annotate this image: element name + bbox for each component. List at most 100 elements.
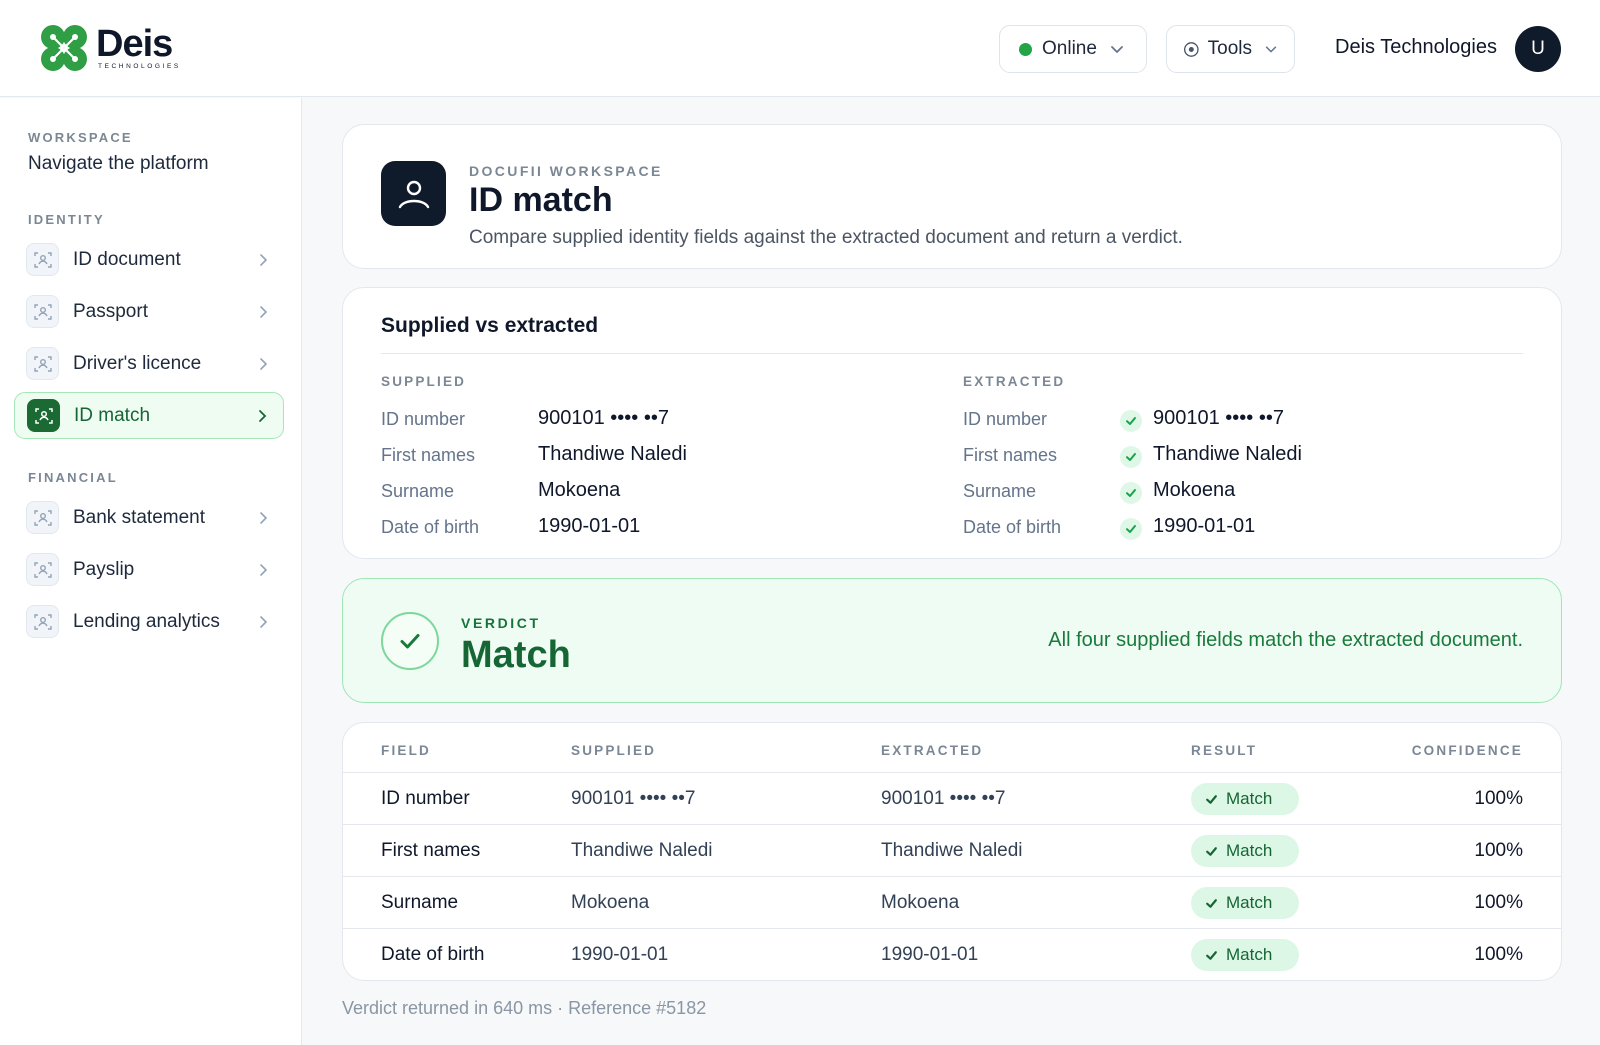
- verdict-value: Match: [461, 634, 571, 676]
- sidebar-subtitle: Navigate the platform: [28, 153, 209, 174]
- sidebar-item-label: Lending analytics: [73, 610, 220, 632]
- cell-supplied: 1990-01-01: [571, 944, 669, 965]
- supplied-label: Surname: [381, 481, 455, 501]
- page-title: ID match: [469, 181, 613, 219]
- id-scan-icon: [26, 605, 59, 638]
- avatar-initial: U: [1531, 38, 1545, 59]
- status-badge: Match: [1191, 783, 1299, 815]
- table-header-row: FIELD SUPPLIED EXTRACTED RESULT CONFIDEN…: [343, 723, 1561, 773]
- sidebar-item-payslip[interactable]: Payslip: [14, 546, 284, 593]
- page-header-card: DOCUFII WORKSPACE ID match Compare suppl…: [342, 124, 1562, 269]
- table-row[interactable]: Surname Mokoena Mokoena Match 100%: [343, 877, 1561, 929]
- target-icon: [1183, 41, 1199, 57]
- chevron-right-icon: [259, 409, 267, 422]
- chevron-right-icon: [260, 253, 268, 266]
- cell-supplied: Thandiwe Naledi: [571, 840, 713, 861]
- check-icon: [1120, 410, 1142, 432]
- sidebar: WORKSPACE Navigate the platform IDENTITY…: [0, 98, 302, 1045]
- sidebar-item-label: ID document: [73, 248, 181, 270]
- cell-confidence: 100%: [1474, 840, 1523, 861]
- status-dropdown[interactable]: Online: [999, 25, 1147, 73]
- supplied-value: 1990-01-01: [538, 515, 641, 537]
- id-scan-icon: [26, 553, 59, 586]
- column-header-extracted: EXTRACTED: [881, 743, 984, 758]
- status-badge: Match: [1191, 835, 1299, 867]
- results-table: FIELD SUPPLIED EXTRACTED RESULT CONFIDEN…: [342, 722, 1562, 981]
- cell-confidence: 100%: [1474, 892, 1523, 913]
- online-status-dot-icon: [1019, 42, 1032, 56]
- status-badge: Match: [1191, 887, 1299, 919]
- check-icon: [1206, 794, 1217, 804]
- top-bar: Deis TECHNOLOGIES Online Tools Deis Tech…: [0, 0, 1600, 97]
- verdict-kicker: VERDICT: [461, 615, 541, 631]
- extracted-value: Mokoena: [1153, 479, 1236, 501]
- column-header-result: RESULT: [1191, 743, 1258, 758]
- extracted-label: First names: [963, 445, 1058, 465]
- tools-dropdown[interactable]: Tools: [1166, 25, 1295, 73]
- brand-subtitle: TECHNOLOGIES: [98, 63, 181, 70]
- table-row[interactable]: ID number 900101 •••• ••7 900101 •••• ••…: [343, 773, 1561, 825]
- cell-field: Surname: [381, 892, 459, 913]
- extracted-label: Date of birth: [963, 517, 1062, 537]
- supplied-label: ID number: [381, 409, 466, 429]
- supplied-label: Date of birth: [381, 517, 480, 537]
- check-icon: [1120, 482, 1142, 504]
- table-row[interactable]: Date of birth 1990-01-01 1990-01-01 Matc…: [343, 929, 1561, 980]
- organization-name[interactable]: Deis Technologies: [1335, 36, 1497, 59]
- check-icon: [1206, 898, 1217, 908]
- sidebar-item-label: Passport: [73, 300, 148, 322]
- check-circle-icon: [381, 612, 439, 670]
- extracted-heading: EXTRACTED: [963, 374, 1066, 389]
- verdict-footnote: Verdict returned in 640 ms · Reference #…: [342, 998, 707, 1018]
- supplied-heading: SUPPLIED: [381, 374, 467, 389]
- supplied-value: Mokoena: [538, 479, 621, 501]
- sidebar-item-bank-statement[interactable]: Bank statement: [14, 494, 284, 541]
- chevron-right-icon: [260, 305, 268, 318]
- brand-logo[interactable]: Deis TECHNOLOGIES: [38, 22, 181, 74]
- cell-extracted: Thandiwe Naledi: [881, 840, 1023, 861]
- check-icon: [1206, 846, 1217, 856]
- extracted-label: ID number: [963, 409, 1048, 429]
- chevron-down-icon: [1111, 46, 1123, 53]
- chevron-down-icon: [1265, 46, 1277, 53]
- cell-field: ID number: [381, 788, 470, 809]
- user-avatar[interactable]: U: [1515, 26, 1561, 72]
- sidebar-item-passport[interactable]: Passport: [14, 288, 284, 335]
- chevron-right-icon: [260, 615, 268, 628]
- cell-confidence: 100%: [1474, 944, 1523, 965]
- chevron-right-icon: [260, 357, 268, 370]
- extracted-value: 1990-01-01: [1153, 515, 1256, 537]
- cell-field: Date of birth: [381, 944, 485, 965]
- brand-name: Deis: [96, 23, 173, 65]
- tools-label: Tools: [1207, 38, 1252, 59]
- id-scan-icon: [26, 295, 59, 328]
- cell-supplied: 900101 •••• ••7: [571, 788, 696, 809]
- supplied-value: 900101 •••• ••7: [538, 407, 669, 429]
- sidebar-kicker: WORKSPACE: [28, 130, 133, 145]
- check-icon: [1120, 446, 1142, 468]
- chevron-right-icon: [260, 563, 268, 576]
- cell-extracted: Mokoena: [881, 892, 960, 913]
- sidebar-item-lending-analytics[interactable]: Lending analytics: [14, 598, 284, 645]
- id-scan-icon: [27, 399, 60, 432]
- divider: [381, 353, 1523, 354]
- cell-supplied: Mokoena: [571, 892, 650, 913]
- cell-extracted: 900101 •••• ••7: [881, 788, 1006, 809]
- sidebar-item-id-document[interactable]: ID document: [14, 236, 284, 283]
- sidebar-group-financial: FINANCIAL: [28, 470, 118, 485]
- status-badge-label: Match: [1226, 945, 1273, 964]
- check-icon: [1206, 950, 1217, 960]
- supplied-vs-extracted-card: Supplied vs extracted SUPPLIED EXTRACTED…: [342, 287, 1562, 559]
- user-icon: [381, 161, 446, 226]
- status-badge: Match: [1191, 939, 1299, 971]
- table-row[interactable]: First names Thandiwe Naledi Thandiwe Nal…: [343, 825, 1561, 877]
- sidebar-item-label: Driver's licence: [73, 352, 202, 374]
- column-header-confidence: CONFIDENCE: [1411, 743, 1523, 758]
- page-description: Compare supplied identity fields against…: [469, 227, 1183, 248]
- status-label: Online: [1042, 38, 1097, 59]
- sidebar-item-drivers-licence[interactable]: Driver's licence: [14, 340, 284, 387]
- verdict-card: VERDICT Match All four supplied fields m…: [342, 578, 1562, 703]
- sidebar-group-identity: IDENTITY: [28, 212, 105, 227]
- sidebar-item-id-match[interactable]: ID match: [14, 392, 284, 439]
- supplied-value: Thandiwe Naledi: [538, 443, 687, 465]
